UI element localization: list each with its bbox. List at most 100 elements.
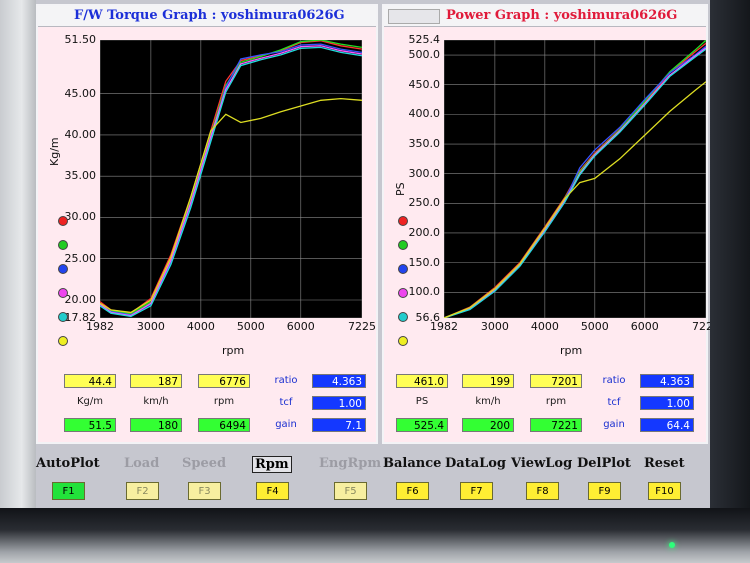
power-gain-label: gain (603, 419, 625, 430)
fkey-f4-button[interactable]: F4 (256, 482, 289, 500)
fkey-f8-button[interactable]: F8 (526, 482, 559, 500)
torque-y-axis-title: Kg/m (48, 137, 61, 166)
power-series-line-6 (443, 81, 707, 319)
torque-y-tick-label: 25.00 (64, 251, 97, 265)
toolbar-engrpm-label[interactable]: EngRpm (319, 456, 381, 471)
torque-graph-panel: F/W Torque Graph : yoshimura0626G Kg/m 5… (36, 4, 378, 444)
power-legend-dot-icon[interactable] (398, 312, 408, 322)
power-legend-dot-icon[interactable] (398, 216, 408, 226)
power-unit-rpm: rpm (545, 396, 567, 407)
power-chart (443, 39, 707, 319)
fkey-f10-button[interactable]: F10 (648, 482, 681, 500)
power-y-tick-label: 250.0 (408, 196, 441, 210)
fkey-f7-button[interactable]: F7 (460, 482, 493, 500)
toolbar-rpm-label[interactable]: Rpm (252, 456, 292, 473)
power-peak-rpm: 7221 (530, 418, 582, 432)
power-x-tick-label: 3000 (480, 320, 509, 333)
torque-ratio-label: ratio (274, 375, 298, 386)
power-tcf-label: tcf (607, 397, 621, 408)
power-legend-dot-icon[interactable] (398, 336, 408, 346)
power-x-tick-label: 1982 (430, 320, 458, 333)
power-x-axis-title: rpm (560, 344, 583, 357)
torque-y-tick-label: 20.00 (64, 293, 97, 306)
power-series-line-5 (443, 48, 707, 319)
power-unit-ps: PS (415, 396, 429, 407)
fkey-f6-button[interactable]: F6 (396, 482, 429, 500)
power-tcf-value[interactable]: 1.00 (640, 396, 694, 410)
fkey-f5-button[interactable]: F5 (334, 482, 367, 500)
power-y-tick-label: 300.0 (408, 166, 441, 180)
power-ratio-value[interactable]: 4.363 (640, 374, 694, 388)
power-graph-panel: Power Graph : yoshimura0626G PS 525.4 500… (382, 4, 720, 444)
torque-legend-dot-icon[interactable] (58, 336, 68, 346)
torque-tcf-label: tcf (279, 397, 293, 408)
torque-gain-label: gain (275, 419, 297, 430)
torque-x-tick-label: 3000 (136, 320, 165, 333)
torque-series-line-4 (99, 45, 363, 317)
fkey-f2-button[interactable]: F2 (126, 482, 159, 500)
power-legend-dot-icon[interactable] (398, 264, 408, 274)
torque-ratio-value[interactable]: 4.363 (312, 374, 366, 388)
function-key-toolbar: AutoPlot F1 Load F2 Speed F3 Rpm F4 EngRpm F5 Bala… (36, 448, 711, 508)
monitor-bezel-left (0, 0, 36, 563)
power-current-speed: 199 (462, 374, 514, 388)
toolbar-autoplot-label[interactable]: AutoPlot (36, 456, 100, 471)
torque-current-torque: 44.4 (64, 374, 116, 388)
power-chart-svg (443, 39, 707, 319)
power-peak-speed: 200 (462, 418, 514, 432)
power-y-tick-label: 450.0 (408, 77, 441, 91)
power-titlebar: Power Graph : yoshimura0626G (384, 6, 706, 27)
power-current-rpm: 7201 (530, 374, 582, 388)
torque-legend-dot-icon[interactable] (58, 288, 68, 298)
torque-y-tick-label: 35.00 (64, 169, 97, 183)
torque-x-tick-label: 1982 (86, 320, 114, 333)
toolbar-reset-label[interactable]: Reset (644, 456, 685, 471)
power-x-tick-label: 5000 (580, 320, 609, 333)
power-y-tick-label: 350.0 (408, 137, 441, 150)
power-ratio-label: ratio (602, 375, 626, 386)
torque-legend-dot-icon[interactable] (58, 240, 68, 250)
toolbar-delplot-label[interactable]: DelPlot (577, 456, 631, 471)
power-unit-kmh: km/h (475, 396, 501, 407)
power-y-tick-label: 400.0 (408, 107, 441, 121)
torque-legend-dot-icon[interactable] (58, 312, 68, 322)
screen: F/W Torque Graph : yoshimura0626G Kg/m 5… (36, 0, 720, 508)
torque-y-tick-label: 40.00 (64, 127, 97, 141)
torque-x-tick-label: 6000 (286, 320, 315, 333)
torque-current-rpm: 6776 (198, 374, 250, 388)
monitor-bezel-bottom (0, 508, 750, 563)
torque-unit-rpm: rpm (213, 396, 235, 407)
power-titlebar-box (388, 9, 440, 24)
torque-x-tick-label: 5000 (236, 320, 265, 333)
monitor-bezel-right (710, 0, 750, 563)
toolbar-speed-label[interactable]: Speed (182, 456, 226, 471)
power-y-tick-label: 500.0 (408, 48, 441, 62)
fkey-f1-button[interactable]: F1 (52, 482, 85, 500)
torque-titlebar: F/W Torque Graph : yoshimura0626G (38, 6, 376, 27)
torque-chart-svg (99, 39, 363, 319)
power-gain-value[interactable]: 64.4 (640, 418, 694, 432)
torque-peak-rpm: 6494 (198, 418, 250, 432)
toolbar-viewlog-label[interactable]: ViewLog (511, 456, 572, 471)
toolbar-balance-label[interactable]: Balance (383, 456, 441, 471)
power-legend-dot-icon[interactable] (398, 240, 408, 250)
torque-series-line-6 (99, 97, 363, 314)
power-peak-ps: 525.4 (396, 418, 448, 432)
power-graph-title: Power Graph : yoshimura0626G (446, 8, 678, 23)
torque-legend-dot-icon[interactable] (58, 216, 68, 226)
torque-graph-title: F/W Torque Graph : yoshimura0626G (74, 8, 345, 23)
torque-current-speed: 187 (130, 374, 182, 388)
toolbar-load-label[interactable]: Load (124, 456, 159, 471)
torque-series-line-5 (99, 46, 363, 318)
toolbar-datalog-label[interactable]: DataLog (445, 456, 506, 471)
fkey-f3-button[interactable]: F3 (188, 482, 221, 500)
power-legend-dot-icon[interactable] (398, 288, 408, 298)
torque-tcf-value[interactable]: 1.00 (312, 396, 366, 410)
torque-gain-value[interactable]: 7.1 (312, 418, 366, 432)
fkey-f9-button[interactable]: F9 (588, 482, 621, 500)
torque-x-tick-label: 4000 (186, 320, 215, 333)
torque-legend-dot-icon[interactable] (58, 264, 68, 274)
power-led-icon (669, 542, 675, 548)
power-y-tick-label: 525.4 (408, 33, 441, 46)
torque-y-tick-label: 30.00 (64, 210, 97, 224)
